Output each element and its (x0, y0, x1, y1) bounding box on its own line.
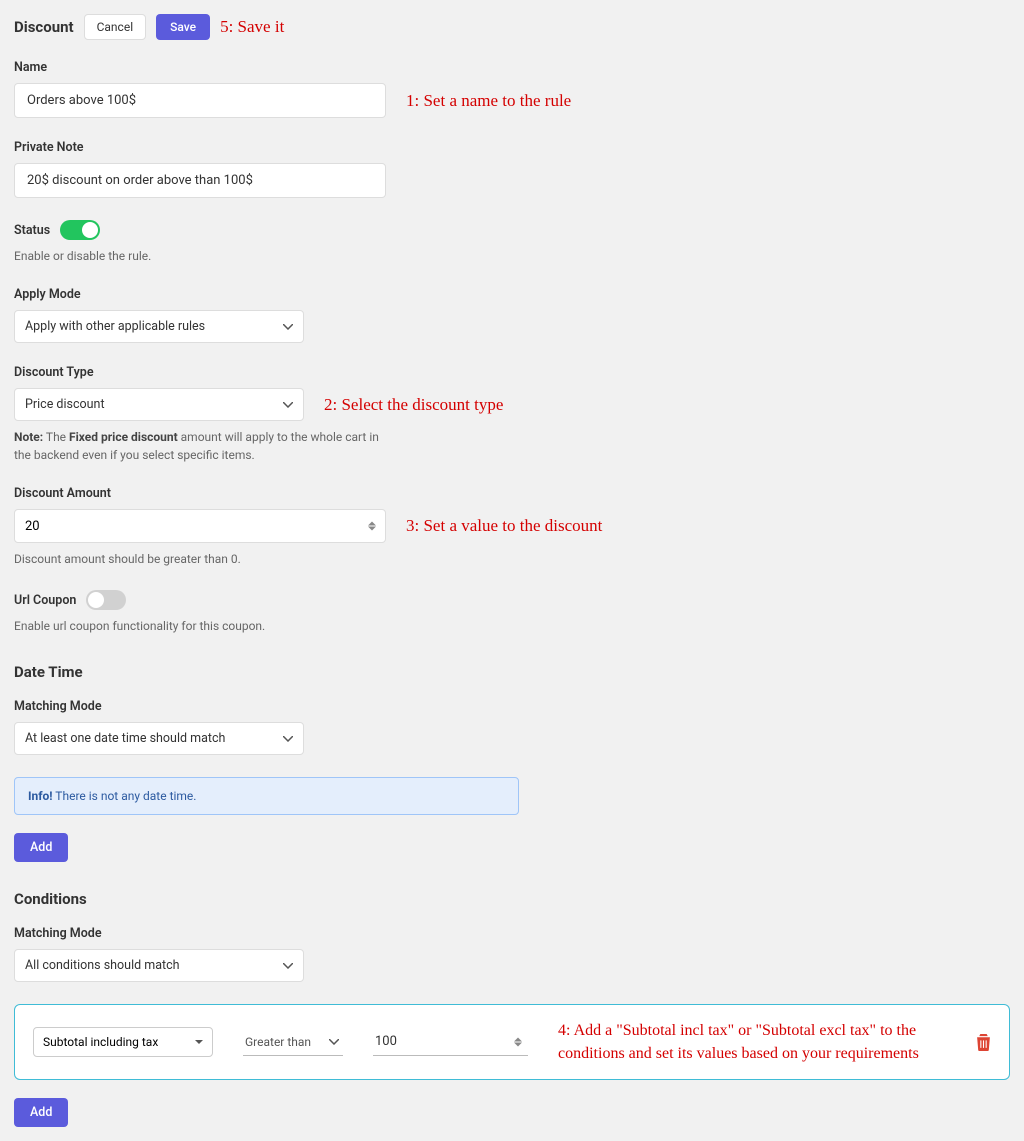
discount-amount-input[interactable] (14, 509, 386, 543)
datetime-matching-select[interactable]: At least one date time should match (14, 722, 304, 755)
url-coupon-label: Url Coupon (14, 593, 76, 608)
discount-amount-help: Discount amount should be greater than 0… (14, 550, 1010, 568)
delete-condition-button[interactable] (976, 1034, 991, 1051)
section-datetime-title: Date Time (14, 663, 1010, 681)
name-input[interactable] (14, 83, 386, 118)
field-conditions-matching-mode: Matching Mode All conditions should matc… (14, 926, 1010, 982)
url-coupon-help: Enable url coupon functionality for this… (14, 617, 1010, 635)
toggle-knob (82, 222, 98, 238)
annotation-3: 3: Set a value to the discount (406, 516, 602, 536)
discount-type-select[interactable]: Price discount (14, 388, 304, 421)
annotation-5: 5: Save it (220, 17, 284, 37)
conditions-matching-label: Matching Mode (14, 926, 1010, 941)
private-note-input[interactable] (14, 163, 386, 198)
field-status: Status Enable or disable the rule. (14, 220, 1010, 265)
status-toggle[interactable] (60, 220, 100, 240)
spinner-up-icon[interactable] (368, 522, 376, 526)
field-discount-type: Discount Type Price discount 2: Select t… (14, 365, 1010, 464)
add-condition-button[interactable]: Add (14, 1098, 68, 1127)
field-name: Name 1: Set a name to the rule (14, 60, 1010, 118)
discount-type-note: Note: The Fixed price discount amount wi… (14, 428, 394, 464)
toggle-knob (88, 592, 104, 608)
apply-mode-select[interactable]: Apply with other applicable rules (14, 310, 304, 343)
annotation-2: 2: Select the discount type (324, 395, 503, 415)
annotation-4: 4: Add a "Subtotal incl tax" or "Subtota… (558, 1019, 946, 1065)
trash-icon (976, 1034, 991, 1051)
page-title: Discount (14, 18, 74, 36)
field-private-note: Private Note (14, 140, 1010, 198)
save-button[interactable]: Save (156, 14, 210, 40)
condition-value-input[interactable] (373, 1028, 528, 1056)
datetime-matching-label: Matching Mode (14, 699, 1010, 714)
condition-operator-select[interactable]: Greater than (243, 1029, 343, 1056)
discount-type-label: Discount Type (14, 365, 1010, 380)
url-coupon-toggle[interactable] (86, 590, 126, 610)
number-spinner[interactable] (368, 522, 380, 531)
status-label: Status (14, 223, 50, 238)
discount-amount-label: Discount Amount (14, 486, 1010, 501)
number-spinner[interactable] (514, 1038, 526, 1047)
field-url-coupon: Url Coupon Enable url coupon functionali… (14, 590, 1010, 635)
field-datetime-matching-mode: Matching Mode At least one date time sho… (14, 699, 1010, 755)
annotation-1: 1: Set a name to the rule (406, 91, 571, 111)
private-note-label: Private Note (14, 140, 1010, 155)
cancel-button[interactable]: Cancel (84, 14, 147, 40)
spinner-up-icon[interactable] (514, 1038, 522, 1042)
page-header: Discount Cancel Save 5: Save it (14, 14, 1010, 40)
conditions-matching-select[interactable]: All conditions should match (14, 949, 304, 982)
datetime-info-box: Info! There is not any date time. (14, 777, 519, 815)
add-datetime-button[interactable]: Add (14, 833, 68, 862)
field-apply-mode: Apply Mode Apply with other applicable r… (14, 287, 1010, 343)
condition-row: Subtotal including tax Greater than 4: A… (14, 1004, 1010, 1080)
spinner-down-icon[interactable] (368, 527, 376, 531)
apply-mode-label: Apply Mode (14, 287, 1010, 302)
status-help: Enable or disable the rule. (14, 247, 1010, 265)
field-discount-amount: Discount Amount 3: Set a value to the di… (14, 486, 1010, 568)
condition-type-select[interactable]: Subtotal including tax (33, 1027, 213, 1057)
spinner-down-icon[interactable] (514, 1043, 522, 1047)
name-label: Name (14, 60, 1010, 75)
